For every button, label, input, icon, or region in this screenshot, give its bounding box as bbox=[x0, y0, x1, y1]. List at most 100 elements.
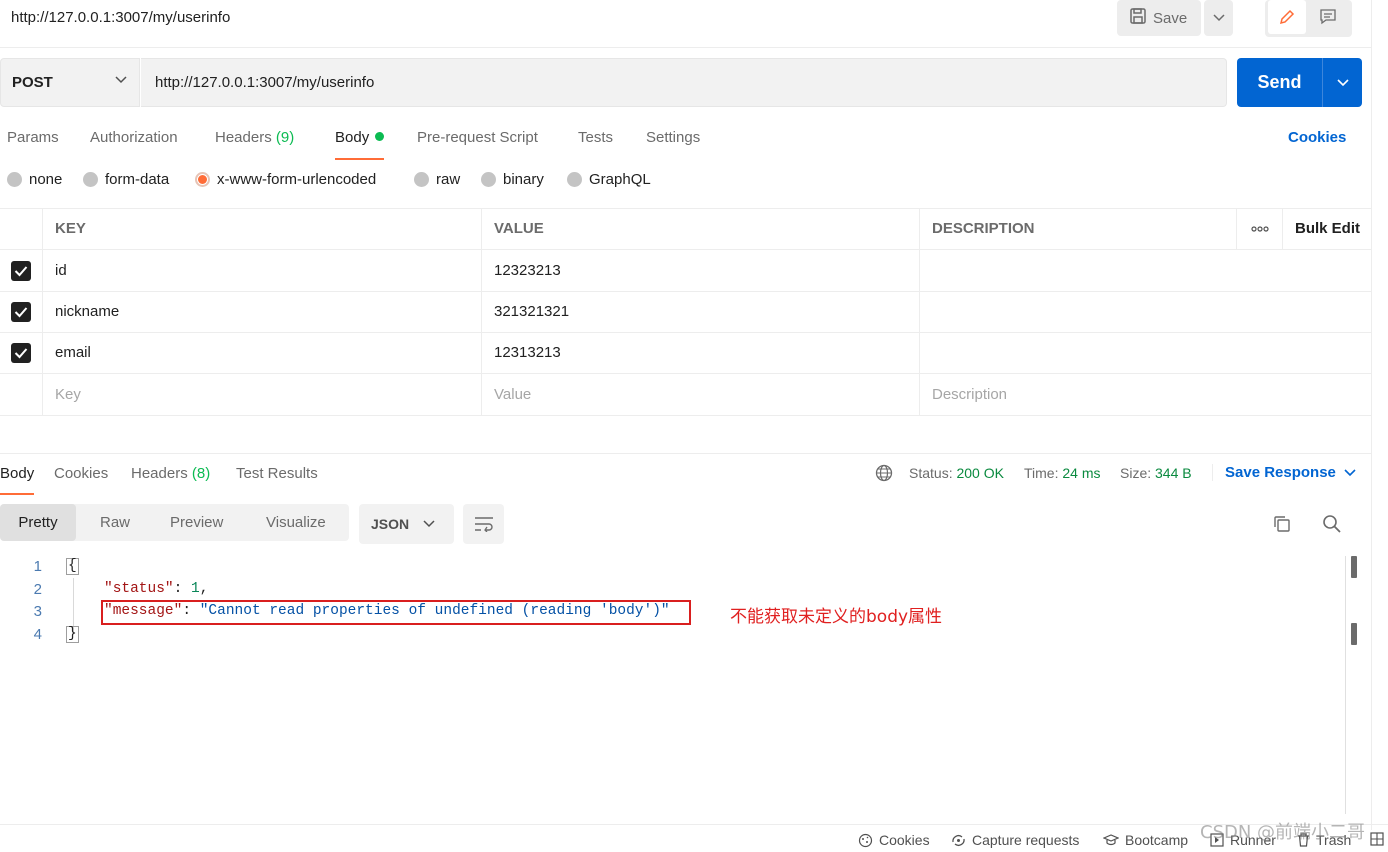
chevron-down-icon bbox=[1336, 78, 1349, 86]
response-tab-headers[interactable]: Headers (8) bbox=[131, 465, 210, 482]
chevron-down-icon bbox=[423, 520, 435, 528]
radio-label: none bbox=[29, 171, 63, 188]
cookies-link[interactable]: Cookies bbox=[1288, 129, 1346, 146]
statusbar-bootcamp[interactable]: Bootcamp bbox=[1103, 832, 1188, 848]
save-icon bbox=[1129, 7, 1147, 29]
body-indicator-dot bbox=[375, 132, 385, 141]
description-cell[interactable] bbox=[919, 332, 1372, 373]
response-size[interactable]: Size: 344 B bbox=[1120, 465, 1192, 481]
value-cell[interactable]: 12313213 bbox=[481, 332, 919, 373]
layout-toggle-icon[interactable] bbox=[1370, 832, 1384, 846]
view-raw[interactable]: Raw bbox=[100, 504, 130, 541]
search-icon[interactable] bbox=[1322, 514, 1342, 538]
value-placeholder[interactable]: Value bbox=[481, 374, 919, 415]
open-brace: { bbox=[66, 558, 79, 575]
key-cell[interactable]: id bbox=[42, 250, 481, 291]
format-select[interactable]: JSON bbox=[359, 504, 454, 544]
save-response-label: Save Response bbox=[1225, 464, 1336, 481]
row-checkbox[interactable] bbox=[11, 342, 31, 363]
response-time[interactable]: Time: 24 ms bbox=[1024, 465, 1101, 481]
radio-form-data[interactable]: form-data bbox=[83, 171, 169, 188]
globe-icon[interactable] bbox=[875, 464, 893, 486]
response-tab-cookies[interactable]: Cookies bbox=[54, 465, 108, 482]
code-line: { bbox=[66, 558, 79, 575]
checkmark-icon bbox=[14, 347, 28, 358]
tab-authorization[interactable]: Authorization bbox=[90, 129, 178, 146]
column-header-key: KEY bbox=[42, 208, 481, 249]
description-placeholder[interactable]: Description bbox=[919, 374, 1372, 415]
radio-x-www-form-urlencoded[interactable]: x-www-form-urlencoded bbox=[195, 171, 376, 188]
chevron-down-icon bbox=[1212, 14, 1225, 22]
tab-tests[interactable]: Tests bbox=[578, 129, 613, 146]
row-check-cell bbox=[0, 291, 42, 332]
tab-pre-request-script[interactable]: Pre-request Script bbox=[417, 129, 538, 146]
edit-button[interactable] bbox=[1268, 0, 1306, 34]
comments-button[interactable] bbox=[1313, 4, 1343, 30]
radio-circle bbox=[83, 172, 98, 187]
request-title[interactable]: http://127.0.0.1:3007/my/userinfo bbox=[11, 9, 230, 26]
pencil-icon bbox=[1279, 9, 1295, 25]
description-cell[interactable] bbox=[919, 250, 1372, 291]
url-input[interactable] bbox=[141, 58, 1227, 107]
key-placeholder[interactable]: Key bbox=[42, 374, 481, 415]
radio-none[interactable]: none bbox=[7, 171, 62, 188]
description-cell[interactable] bbox=[919, 291, 1372, 332]
value-cell[interactable]: 12323213 bbox=[481, 250, 919, 291]
tab-headers-label: Headers bbox=[215, 129, 272, 146]
format-label: JSON bbox=[371, 516, 410, 532]
row-check-cell bbox=[0, 374, 42, 415]
more-icon bbox=[1250, 225, 1269, 232]
radio-binary[interactable]: binary bbox=[481, 171, 544, 188]
radio-circle bbox=[481, 172, 496, 187]
table-header-row: KEY VALUE DESCRIPTION Bulk Edit bbox=[0, 208, 1372, 250]
view-pretty[interactable]: Pretty bbox=[0, 504, 76, 541]
statusbar-cookies[interactable]: Cookies bbox=[858, 832, 930, 848]
capture-icon bbox=[952, 834, 965, 846]
save-response-button[interactable]: Save Response bbox=[1212, 464, 1356, 481]
key-cell[interactable]: email bbox=[42, 332, 481, 373]
tab-body-label: Body bbox=[335, 129, 370, 146]
radio-graphql[interactable]: GraphQL bbox=[567, 171, 651, 188]
copy-icon[interactable] bbox=[1272, 514, 1292, 538]
row-checkbox[interactable] bbox=[11, 260, 31, 281]
body-type-radios: none form-data x-www-form-urlencoded raw… bbox=[0, 171, 700, 195]
method-select[interactable]: POST bbox=[0, 58, 140, 107]
code-line: } bbox=[66, 626, 79, 643]
wrap-lines-button[interactable] bbox=[463, 504, 504, 544]
response-tab-test-results[interactable]: Test Results bbox=[236, 465, 318, 482]
scrollbar-thumb[interactable] bbox=[1351, 556, 1357, 578]
view-visualize[interactable]: Visualize bbox=[266, 504, 326, 541]
tab-body[interactable]: Body bbox=[335, 129, 385, 160]
status-value: 200 OK bbox=[956, 465, 1004, 481]
tab-params[interactable]: Params bbox=[7, 129, 59, 146]
statusbar-capture-requests[interactable]: Capture requests bbox=[951, 832, 1079, 848]
table-row-empty: Key Value Description bbox=[0, 374, 1372, 416]
json-number: 1 bbox=[191, 581, 200, 597]
key-cell[interactable]: nickname bbox=[42, 291, 481, 332]
tab-settings[interactable]: Settings bbox=[646, 129, 700, 146]
radio-circle bbox=[414, 172, 429, 187]
method-label: POST bbox=[12, 74, 53, 91]
header-check-cell bbox=[0, 208, 42, 249]
more-options-button[interactable] bbox=[1236, 208, 1282, 249]
top-bar: http://127.0.0.1:3007/my/userinfo Save bbox=[0, 0, 1372, 48]
send-button[interactable]: Send bbox=[1237, 58, 1362, 107]
scrollbar-thumb[interactable] bbox=[1351, 623, 1357, 645]
save-dropdown-button[interactable] bbox=[1204, 0, 1233, 36]
line-number: 1 bbox=[33, 558, 42, 575]
radio-raw[interactable]: raw bbox=[414, 171, 460, 188]
view-preview[interactable]: Preview bbox=[170, 504, 223, 541]
response-status[interactable]: Status: 200 OK bbox=[909, 465, 1004, 481]
tab-headers[interactable]: Headers (9) bbox=[215, 129, 294, 146]
bulk-edit-button[interactable]: Bulk Edit bbox=[1282, 208, 1372, 249]
value-cell[interactable]: 321321321 bbox=[481, 291, 919, 332]
response-tab-body[interactable]: Body bbox=[0, 465, 35, 495]
row-checkbox[interactable] bbox=[11, 301, 31, 322]
response-code-viewer[interactable]: 1 2 3 4 { "status": 1, "message": "Canno… bbox=[0, 556, 1340, 826]
send-dropdown-button[interactable] bbox=[1323, 58, 1362, 107]
radio-circle-selected bbox=[195, 172, 210, 187]
highlight-box bbox=[101, 600, 691, 625]
cookie-icon bbox=[858, 833, 873, 847]
save-button[interactable]: Save bbox=[1117, 0, 1201, 36]
code-line: "status": 1, bbox=[104, 581, 208, 597]
